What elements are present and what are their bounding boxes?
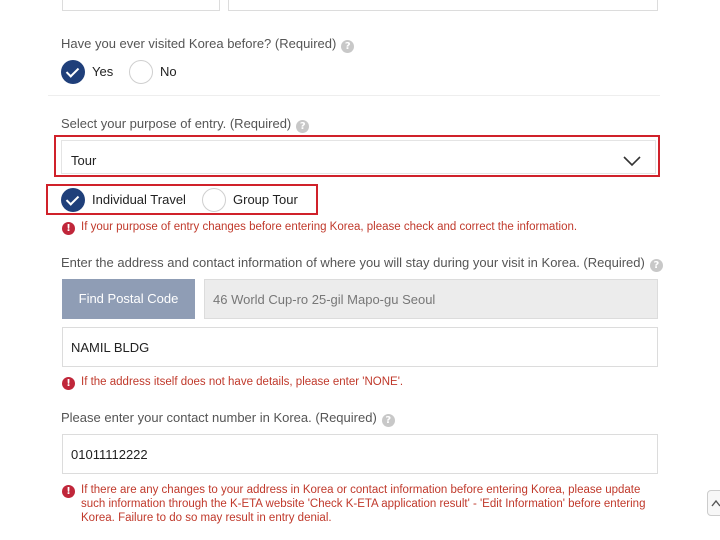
- section-divider: [48, 95, 660, 96]
- address-detail-value: NAMIL BLDG: [71, 340, 150, 355]
- radio-individual-travel-label[interactable]: Individual Travel: [92, 192, 186, 207]
- alert-icon: !: [62, 222, 75, 235]
- radio-visited-yes[interactable]: [61, 60, 85, 84]
- contact-notice: If there are any changes to your address…: [81, 484, 646, 524]
- prev-field-2[interactable]: [228, 0, 658, 11]
- alert-icon: !: [62, 377, 75, 390]
- address-question-text: Enter the address and contact informatio…: [61, 255, 645, 270]
- purpose-notice: If your purpose of entry changes before …: [81, 221, 578, 233]
- question-icon[interactable]: ?: [649, 259, 663, 272]
- purpose-select[interactable]: Tour: [61, 140, 656, 174]
- address-question: Enter the address and contact informatio…: [61, 255, 663, 272]
- alert-icon: !: [62, 485, 75, 498]
- find-postal-code-button[interactable]: Find Postal Code: [62, 279, 195, 319]
- contact-phone-input[interactable]: 01011112222: [62, 434, 658, 474]
- purpose-question-text: Select your purpose of entry. (Required): [61, 116, 292, 131]
- chevron-down-icon[interactable]: [623, 155, 641, 167]
- address-detail-input[interactable]: NAMIL BLDG: [62, 327, 658, 367]
- visited-question: Have you ever visited Korea before? (Req…: [61, 36, 355, 53]
- question-icon[interactable]: ?: [296, 120, 310, 133]
- question-icon[interactable]: ?: [341, 40, 355, 53]
- contact-question: Please enter your contact number in Kore…: [61, 410, 395, 427]
- radio-visited-no-label[interactable]: No: [160, 64, 177, 79]
- purpose-selected-value: Tour: [71, 153, 97, 168]
- radio-group-tour[interactable]: [202, 188, 226, 212]
- chevron-up-icon: [711, 499, 720, 507]
- scroll-top-button[interactable]: [707, 490, 720, 516]
- visited-question-text: Have you ever visited Korea before? (Req…: [61, 36, 337, 51]
- contact-phone-value: 01011112222: [71, 447, 148, 462]
- address-value: 46 World Cup-ro 25-gil Mapo-gu Seoul: [213, 292, 436, 307]
- question-icon[interactable]: ?: [381, 414, 395, 427]
- contact-question-text: Please enter your contact number in Kore…: [61, 410, 377, 425]
- prev-field-1[interactable]: [62, 0, 220, 11]
- radio-visited-yes-label[interactable]: Yes: [92, 64, 113, 79]
- address-readonly-field: 46 World Cup-ro 25-gil Mapo-gu Seoul: [204, 279, 658, 319]
- radio-individual-travel[interactable]: [61, 188, 85, 212]
- radio-group-tour-label[interactable]: Group Tour: [233, 192, 298, 207]
- radio-visited-no[interactable]: [129, 60, 153, 84]
- purpose-question: Select your purpose of entry. (Required)…: [61, 116, 310, 133]
- address-notice: If the address itself does not have deta…: [81, 376, 404, 388]
